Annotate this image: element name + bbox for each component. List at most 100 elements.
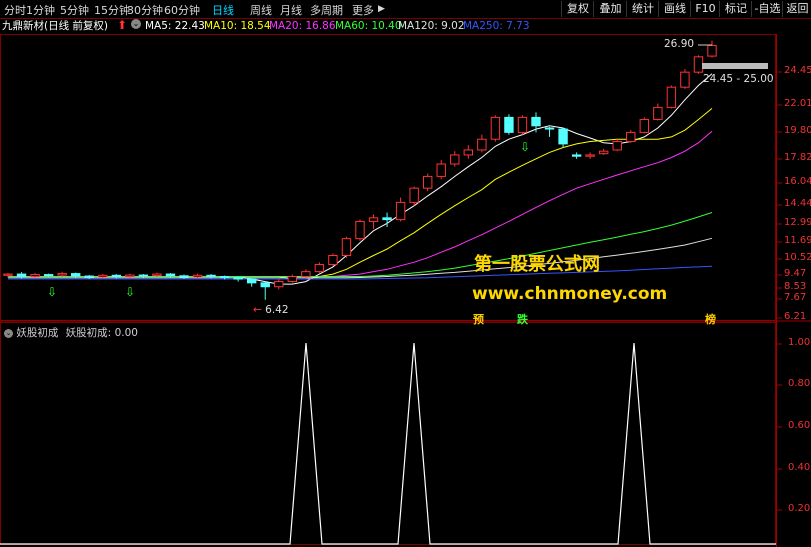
candle-body-48: [653, 106, 663, 120]
stock-title: 九鼎新材(日线 前复权): [2, 20, 109, 32]
candle-body-47: [639, 118, 650, 133]
candle-body-16: [219, 276, 230, 279]
candle-body-21: [287, 276, 298, 283]
tab-period-5[interactable]: 60分钟: [164, 2, 200, 18]
candle-body-52: [707, 44, 717, 57]
candle-body-38: [517, 116, 528, 133]
chevron-down-icon[interactable]: ⌄: [131, 19, 141, 29]
candle-body-6: [84, 275, 94, 278]
candle-body-51: [693, 56, 704, 73]
price-tick-9: 9.47: [784, 268, 807, 279]
arrow-icon: ←: [253, 304, 262, 316]
price-tick-6: 12.99: [784, 217, 811, 228]
price-tick-12: 6.21: [784, 311, 807, 322]
signal-marker-1: 跌: [517, 313, 528, 326]
candle-body-23: [314, 264, 325, 273]
tab-period-0[interactable]: 分时: [4, 2, 26, 18]
candle-body-12: [165, 273, 176, 277]
more-arrow-icon[interactable]: ▶: [378, 4, 385, 14]
candle-body-19: [260, 282, 270, 288]
indicator-title: 妖股初成: [16, 327, 59, 339]
candle-body-18: [246, 278, 257, 284]
toolbar-button-1[interactable]: 叠加: [593, 1, 627, 17]
candle-body-7: [98, 274, 108, 278]
range-label: 24.45 - 25.00: [703, 73, 774, 85]
tab-period-7[interactable]: 周线: [250, 2, 272, 18]
price-tick-4: 16.04: [784, 176, 811, 187]
price-tick-10: 8.53: [784, 281, 807, 292]
toolbar-button-4[interactable]: F10: [690, 1, 720, 17]
candle-body-32: [436, 163, 446, 177]
indicator-pane-border: [0, 322, 776, 545]
candle-body-0: [3, 273, 13, 276]
candle-body-26: [355, 220, 365, 240]
ma-label-2: MA20: 16.86: [269, 20, 336, 32]
candle-body-46: [626, 131, 636, 143]
toolbar-button-2[interactable]: 统计: [626, 1, 659, 17]
candle-body-49: [666, 86, 677, 108]
candle-body-41: [558, 128, 568, 145]
low-price-value: 6.42: [265, 304, 289, 316]
price-tick-7: 11.69: [784, 235, 811, 246]
candle-body-27: [368, 217, 379, 222]
low-price-label: ← 6.42: [253, 303, 289, 317]
tab-period-8[interactable]: 月线: [280, 2, 302, 18]
candle-body-4: [57, 273, 67, 276]
indicator-tick-2: 0.60: [788, 420, 811, 431]
signal-marker-2: 榜: [705, 313, 716, 326]
down-arrow-icon: ⇩: [125, 285, 135, 299]
toolbar-button-3[interactable]: 画线: [658, 1, 691, 17]
indicator-tick-0: 1.00: [788, 337, 811, 348]
candle-body-5: [70, 273, 81, 277]
candle-body-35: [477, 138, 487, 151]
period-toolbar: 分时 1分钟 5分钟 15分钟 30分钟 60分钟 日线 周线 月线 多周期 更多 ▶ 复权 叠加 统计 画线…: [0, 0, 811, 18]
indicator-header: ⌄ 妖股初成 妖股初成: 0.00: [4, 326, 138, 340]
ma-label-3: MA60: 10.40: [335, 20, 402, 32]
candle-body-10: [138, 274, 149, 277]
candle-body-39: [531, 116, 541, 127]
indicator-value: 妖股初成: 0.00: [65, 327, 138, 339]
indicator-tick-1: 0.80: [788, 378, 811, 389]
ma-label-0: MA5: 22.43: [145, 20, 205, 32]
tab-period-1[interactable]: 1分钟: [26, 2, 55, 18]
toolbar-button-0[interactable]: 复权: [561, 1, 594, 17]
candle-body-1: [16, 273, 27, 278]
kline-chart[interactable]: ⇩ ⇩ ⇩: [0, 0, 811, 547]
indicator-tick-4: 0.20: [788, 503, 811, 514]
ma-label-5: MA250: 7.73: [463, 20, 530, 32]
candle-body-30: [409, 187, 419, 203]
candle-body-11: [152, 273, 162, 277]
candle-body-33: [450, 154, 460, 165]
toolbar-button-7[interactable]: 返回: [782, 1, 811, 17]
range-bar: [702, 63, 768, 69]
candle-body-43: [585, 154, 595, 157]
candle-body-24: [328, 255, 338, 266]
candle-body-28: [382, 217, 392, 221]
candle-body-2: [30, 274, 40, 278]
tab-period-10[interactable]: 更多: [352, 2, 374, 18]
tab-period-4[interactable]: 30分钟: [127, 2, 163, 18]
candle-body-29: [395, 201, 406, 221]
down-arrow-icon: ⇩: [47, 285, 57, 299]
price-tick-1: 22.01: [784, 98, 811, 109]
candle-body-31: [422, 175, 433, 189]
candle-body-45: [612, 141, 622, 151]
candle-body-17: [233, 277, 243, 280]
price-tick-0: 24.45: [784, 65, 811, 76]
toolbar-button-6[interactable]: -自选: [751, 1, 783, 17]
tab-period-9[interactable]: 多周期: [310, 2, 343, 18]
candle-body-13: [179, 275, 189, 278]
down-arrow-icon: ⇩: [520, 140, 530, 154]
candle-body-3: [43, 274, 54, 277]
high-price-label: 26.90: [664, 38, 695, 50]
tab-period-3[interactable]: 15分钟: [94, 2, 130, 18]
arrow-up-icon: ⬆: [117, 18, 128, 32]
indicator-tick-3: 0.40: [788, 462, 811, 473]
tab-period-2[interactable]: 5分钟: [60, 2, 89, 18]
toolbar-button-5[interactable]: 标记: [719, 1, 752, 17]
candle-body-36: [490, 116, 501, 140]
chevron-down-icon[interactable]: ⌄: [4, 328, 13, 338]
ma-label-1: MA10: 18.54: [204, 20, 271, 32]
tab-period-6[interactable]: 日线: [212, 2, 234, 18]
candle-body-50: [680, 71, 690, 88]
